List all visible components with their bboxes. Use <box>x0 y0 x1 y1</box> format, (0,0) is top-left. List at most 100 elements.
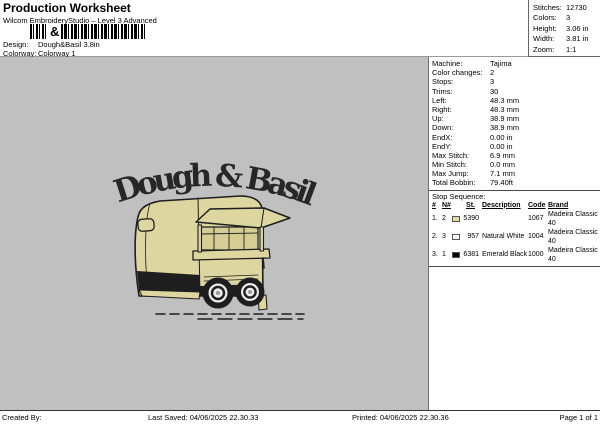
machine-info-row: Down: 38.9 mm <box>429 123 600 132</box>
barcode-bars-left <box>30 24 48 39</box>
cell-stitch: 6381 <box>452 250 482 259</box>
machine-info-row: Color changes: 2 <box>429 68 600 77</box>
cell-brand: Madeira Classic 40 <box>548 246 598 263</box>
col-needle: N# <box>442 201 451 209</box>
thread-swatch <box>452 251 460 258</box>
trailer-graphic <box>134 195 305 320</box>
worksheet-header: Production Worksheet Wilcom EmbroiderySt… <box>0 0 600 58</box>
stat-value: 12730 <box>566 3 587 12</box>
cell-description: Natural White <box>482 233 525 241</box>
machine-info-label: Total Bobbin: <box>432 178 476 188</box>
created-by-label: Created By: <box>2 413 42 422</box>
design-value: Dough&Basil 3.8in <box>38 40 100 49</box>
col-brand: Brand <box>548 201 569 209</box>
machine-info-value: 79.40ft <box>490 178 513 188</box>
page-number: Page 1 of 1 <box>559 413 598 422</box>
details-panel: Machine: Tajima Color changes: 2 Stops: … <box>428 57 600 410</box>
thread-swatch <box>452 233 460 240</box>
stat-value: 3.81 in <box>566 34 589 44</box>
machine-info-row: Min Stitch: 0.0 mm <box>429 160 600 169</box>
machine-info-label: Machine: <box>432 59 463 68</box>
design-canvas: Dough & Basil <box>0 57 428 410</box>
cell-stitch: 5390 <box>452 214 482 223</box>
machine-info-label: Max Jump: <box>432 169 469 179</box>
stat-row: Height: 3.06 in <box>533 24 600 34</box>
stat-row: Stitches: 12730 <box>533 3 600 13</box>
barcode-icon: & <box>30 24 146 39</box>
cell-code: 1004 <box>528 233 544 241</box>
machine-info-value: 0.00 in <box>490 141 513 151</box>
machine-info-value: 38.9 mm <box>490 114 520 124</box>
barcode-text: & <box>50 24 60 39</box>
cell-num: 1. <box>432 215 438 223</box>
col-description: Description <box>482 201 521 209</box>
machine-info-row: EndX: 0.00 in <box>429 133 600 142</box>
cell-brand: Madeira Classic 40 <box>548 228 598 245</box>
stop-sequence-table: 1. 2 5390 1067 Madeira Classic 40 2. 3 9… <box>429 210 600 264</box>
cell-description: Emerald Black <box>482 251 528 259</box>
machine-info-value: 48.3 mm <box>490 95 520 105</box>
machine-info-value: 3 <box>490 77 495 87</box>
machine-info-label: Left: <box>432 95 447 105</box>
stat-label: Stitches: <box>533 3 562 12</box>
table-bottom-divider <box>429 265 600 267</box>
machine-info-row: Max Stitch: 6.9 mm <box>429 151 600 160</box>
cell-needle: 1 <box>442 251 446 259</box>
stat-value: 3.06 in <box>566 23 589 33</box>
front-wheel <box>202 277 234 309</box>
worksheet-footer: Created By: Last Saved: 04/06/2025 22.30… <box>0 410 600 424</box>
col-code: Code <box>528 201 546 209</box>
machine-info-label: Color changes: <box>432 68 483 78</box>
stat-value: 1:1 <box>566 44 577 54</box>
worksheet-body: Dough & Basil Machine: Tajima Color chan… <box>0 57 600 410</box>
stop-sequence-row: 2. 3 957 Natural White 1004 Madeira Clas… <box>429 228 600 246</box>
machine-info-label: EndX: <box>432 132 453 142</box>
machine-info-label: Max Stitch: <box>432 150 470 160</box>
stop-sequence-row: 1. 2 5390 1067 Madeira Classic 40 <box>429 210 600 228</box>
panel-divider <box>429 189 600 191</box>
barcode-bars-right <box>61 24 146 39</box>
embroidery-design-preview: Dough & Basil <box>110 158 321 320</box>
cell-stitch: 957 <box>452 232 482 241</box>
machine-info-value: 38.9 mm <box>490 123 520 133</box>
col-stitch: St. <box>466 201 475 209</box>
stat-row: Width: 3.81 in <box>533 34 600 44</box>
thread-number: 5390 <box>463 215 479 223</box>
machine-info-row: Stops: 3 <box>429 77 600 86</box>
design-stats-box: Stitches: 12730 Colors: 3 Height: 3.06 i… <box>528 0 600 57</box>
machine-info-row: Machine: Tajima <box>429 59 600 68</box>
cell-brand: Madeira Classic 40 <box>548 210 598 227</box>
machine-info-value: 0.00 in <box>490 132 513 142</box>
machine-info-label: Down: <box>432 123 454 133</box>
machine-info-value: 30 <box>490 86 499 96</box>
stat-label: Height: <box>533 23 557 33</box>
cell-num: 3. <box>432 251 438 259</box>
stop-sequence-row: 3. 1 6381 Emerald Black 1000 Madeira Cla… <box>429 246 600 264</box>
page-title: Production Worksheet <box>3 1 131 15</box>
machine-info-label: Up: <box>432 114 444 124</box>
stat-label: Width: <box>533 34 555 44</box>
machine-info-value: 2 <box>490 68 495 78</box>
design-row: Design: Dough&Basil 3.8in <box>3 40 100 49</box>
machine-info-row: Max Jump: 7.1 mm <box>429 169 600 178</box>
printed-text: Printed: 04/06/2025 22.30.36 <box>352 413 449 422</box>
machine-info-row: Left: 48.3 mm <box>429 96 600 105</box>
stat-label: Colors: <box>533 13 557 23</box>
machine-info-value: Tajima <box>490 59 512 68</box>
machine-info-label: Stops: <box>432 77 454 87</box>
machine-info-value: 0.0 mm <box>490 160 516 170</box>
machine-info-value: 48.3 mm <box>490 104 520 114</box>
machine-info-label: EndY: <box>432 141 453 151</box>
machine-info-label: Trims: <box>432 86 453 96</box>
machine-info-row: Trims: 30 <box>429 87 600 96</box>
machine-info-value: 7.1 mm <box>490 169 516 179</box>
machine-info-row: Total Bobbin: 79.40ft <box>429 178 600 187</box>
machine-info-list: Machine: Tajima Color changes: 2 Stops: … <box>429 57 600 188</box>
last-saved-text: Last Saved: 04/06/2025 22.30.33 <box>148 413 259 422</box>
cell-code: 1000 <box>528 251 544 259</box>
cell-code: 1067 <box>528 215 544 223</box>
col-num: # <box>432 201 436 209</box>
machine-info-row: EndY: 0.00 in <box>429 142 600 151</box>
stat-value: 3 <box>566 13 571 23</box>
design-label: Design: <box>3 40 29 49</box>
